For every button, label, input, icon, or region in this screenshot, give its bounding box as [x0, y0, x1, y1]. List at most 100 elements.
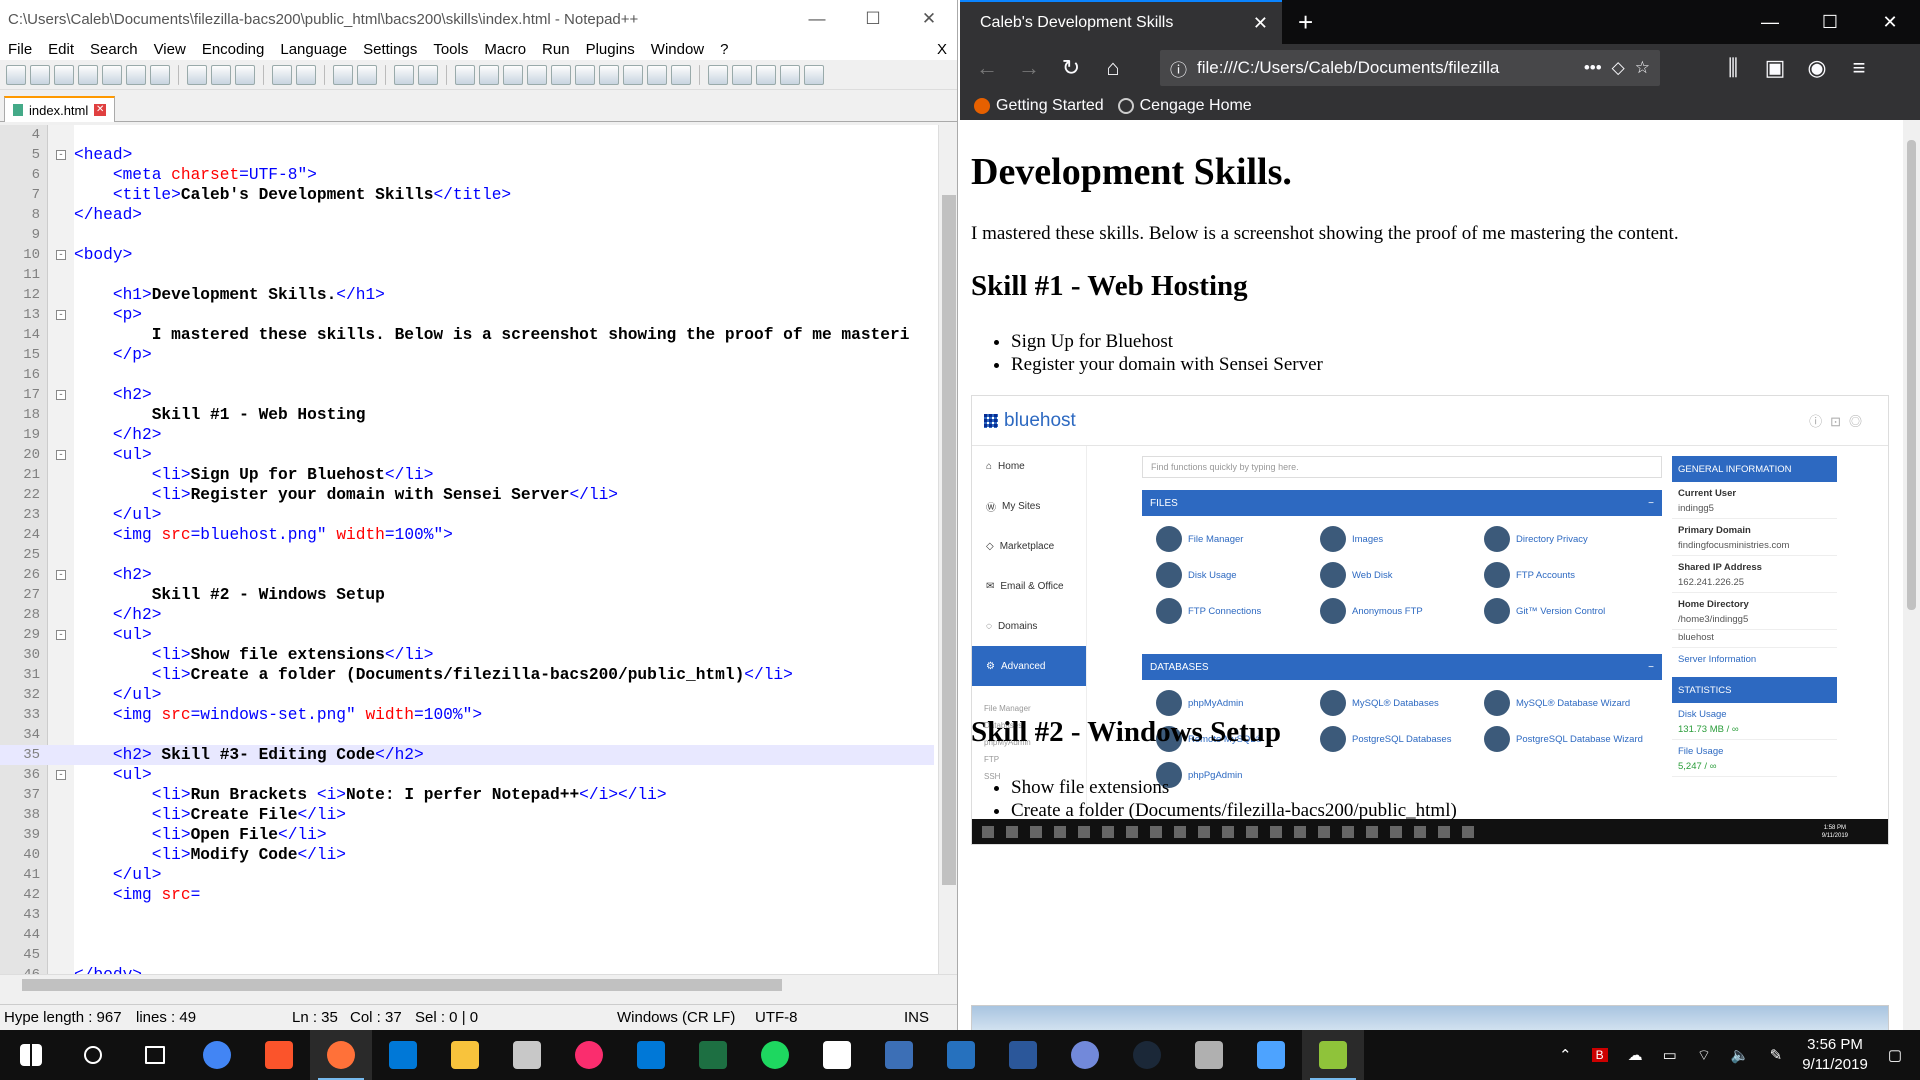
- code-editor[interactable]: 4 5- <head> 6 <meta charset=UTF-8"> 7 <title…: [0, 125, 957, 974]
- library-icon[interactable]: ⫼: [1716, 51, 1750, 85]
- menu-run[interactable]: Run: [534, 41, 578, 58]
- code-line[interactable]: 10 - <body>: [0, 245, 934, 265]
- code-line[interactable]: 15 </p>: [0, 345, 934, 365]
- code-line[interactable]: 5 - <head>: [0, 145, 934, 165]
- copy-icon[interactable]: [211, 64, 231, 85]
- taskbar-file-explorer[interactable]: [434, 1030, 496, 1080]
- sync-horizontal-icon[interactable]: [479, 64, 499, 85]
- account-icon[interactable]: ◉: [1800, 51, 1834, 85]
- taskbar-photo-viewer[interactable]: [1178, 1030, 1240, 1080]
- taskbar-notepad-plus-plus[interactable]: [1302, 1030, 1364, 1080]
- code-line[interactable]: 34: [0, 725, 934, 745]
- code-line[interactable]: 43: [0, 905, 934, 925]
- code-line[interactable]: 17 - <h2>: [0, 385, 934, 405]
- horizontal-scrollbar[interactable]: [0, 974, 957, 994]
- close-document-button[interactable]: X: [929, 41, 957, 58]
- scroll-thumb[interactable]: [1907, 140, 1916, 610]
- menu-plugins[interactable]: Plugins: [578, 41, 643, 58]
- taskbar-excel[interactable]: [682, 1030, 744, 1080]
- new-tab-icon[interactable]: +: [1298, 7, 1313, 38]
- tab-close-icon[interactable]: ✕: [94, 104, 107, 116]
- hamburger-menu-icon[interactable]: ≡: [1842, 51, 1876, 85]
- redo-icon[interactable]: [296, 64, 316, 85]
- page-scrollbar[interactable]: [1903, 120, 1920, 1030]
- code-line[interactable]: 8 </head>: [0, 205, 934, 225]
- code-line[interactable]: 38 <li>Create File</li>: [0, 805, 934, 825]
- tab-index-html[interactable]: index.html ✕: [4, 96, 116, 122]
- menu-help[interactable]: ?: [712, 41, 736, 58]
- code-line[interactable]: 19 </h2>: [0, 425, 934, 445]
- code-line[interactable]: 13 - <p>: [0, 305, 934, 325]
- undo-icon[interactable]: [272, 64, 292, 85]
- menu-settings[interactable]: Settings: [355, 41, 425, 58]
- code-line[interactable]: 26 - <h2>: [0, 565, 934, 585]
- code-line[interactable]: 25: [0, 545, 934, 565]
- fold-toggle-icon[interactable]: -: [56, 570, 66, 580]
- taskbar-edge[interactable]: [372, 1030, 434, 1080]
- find-icon[interactable]: [333, 64, 353, 85]
- chevron-up-icon[interactable]: ⌃: [1559, 1046, 1572, 1064]
- taskbar-mail[interactable]: [806, 1030, 868, 1080]
- close-icon[interactable]: [102, 64, 122, 85]
- vertical-scrollbar[interactable]: [938, 125, 957, 974]
- wifi-icon[interactable]: ⌔: [1697, 1046, 1711, 1065]
- minimize-button[interactable]: —: [789, 9, 845, 29]
- code-line[interactable]: 39 <li>Open File</li>: [0, 825, 934, 845]
- taskbar-firefox[interactable]: [310, 1030, 372, 1080]
- code-line[interactable]: 31 <li>Create a folder (Documents/filezi…: [0, 665, 934, 685]
- save-macro-icon[interactable]: [804, 64, 824, 85]
- code-line[interactable]: 42 <img src=: [0, 885, 934, 905]
- paste-icon[interactable]: [235, 64, 255, 85]
- code-line[interactable]: 16: [0, 365, 934, 385]
- open-file-icon[interactable]: [30, 64, 50, 85]
- menu-edit[interactable]: Edit: [40, 41, 82, 58]
- play-macro-icon[interactable]: [756, 64, 776, 85]
- bookmark-star-icon[interactable]: ☆: [1635, 58, 1650, 78]
- taskbar-spotify[interactable]: [744, 1030, 806, 1080]
- replace-icon[interactable]: [357, 64, 377, 85]
- taskbar-github-desktop[interactable]: [1240, 1030, 1302, 1080]
- taskbar-remote-desktop[interactable]: [868, 1030, 930, 1080]
- taskbar-search[interactable]: [62, 1030, 124, 1080]
- forward-icon[interactable]: →: [1012, 51, 1046, 85]
- show-all-characters-icon[interactable]: [527, 64, 547, 85]
- menu-language[interactable]: Language: [272, 41, 355, 58]
- menu-search[interactable]: Search: [82, 41, 146, 58]
- code-line[interactable]: 18 Skill #1 - Web Hosting: [0, 405, 934, 425]
- run-macro-multiple-icon[interactable]: [780, 64, 800, 85]
- fold-toggle-icon[interactable]: -: [56, 150, 66, 160]
- code-line[interactable]: 21 <li>Sign Up for Bluehost</li>: [0, 465, 934, 485]
- browser-tab[interactable]: Caleb's Development Skills ✕: [960, 0, 1282, 44]
- record-macro-icon[interactable]: [708, 64, 728, 85]
- close-all-icon[interactable]: [126, 64, 146, 85]
- folder-workspace-icon[interactable]: [647, 64, 667, 85]
- code-line[interactable]: 23 </ul>: [0, 505, 934, 525]
- code-line[interactable]: 40 <li>Modify Code</li>: [0, 845, 934, 865]
- code-line[interactable]: 44: [0, 925, 934, 945]
- fold-toggle-icon[interactable]: -: [56, 770, 66, 780]
- code-line[interactable]: 22 <li>Register your domain with Sensei …: [0, 485, 934, 505]
- bookmark-getting-started[interactable]: Getting Started: [974, 97, 1104, 115]
- maximize-button[interactable]: ☐: [1800, 12, 1860, 33]
- code-line[interactable]: 45: [0, 945, 934, 965]
- code-line[interactable]: 28 </h2>: [0, 605, 934, 625]
- indent-guide-icon[interactable]: [551, 64, 571, 85]
- code-line[interactable]: 27 Skill #2 - Windows Setup: [0, 585, 934, 605]
- tab-close-icon[interactable]: ✕: [1253, 13, 1268, 34]
- code-line[interactable]: 6 <meta charset=UTF-8">: [0, 165, 934, 185]
- code-line[interactable]: 12 <h1>Development Skills.</h1>: [0, 285, 934, 305]
- taskbar-powershell[interactable]: [930, 1030, 992, 1080]
- save-all-icon[interactable]: [78, 64, 98, 85]
- zoom-out-icon[interactable]: [418, 64, 438, 85]
- volume-icon[interactable]: 🔈: [1731, 1046, 1750, 1064]
- code-line[interactable]: 37 <li>Run Brackets <i>Note: I perfer No…: [0, 785, 934, 805]
- taskbar-chrome[interactable]: [186, 1030, 248, 1080]
- menu-file[interactable]: File: [0, 41, 40, 58]
- code-line[interactable]: 20 - <ul>: [0, 445, 934, 465]
- print-icon[interactable]: [150, 64, 170, 85]
- save-icon[interactable]: [54, 64, 74, 85]
- scroll-thumb[interactable]: [22, 979, 782, 991]
- code-line[interactable]: 36 - <ul>: [0, 765, 934, 785]
- notifications-icon[interactable]: ▢: [1888, 1046, 1902, 1064]
- function-list-icon[interactable]: [623, 64, 643, 85]
